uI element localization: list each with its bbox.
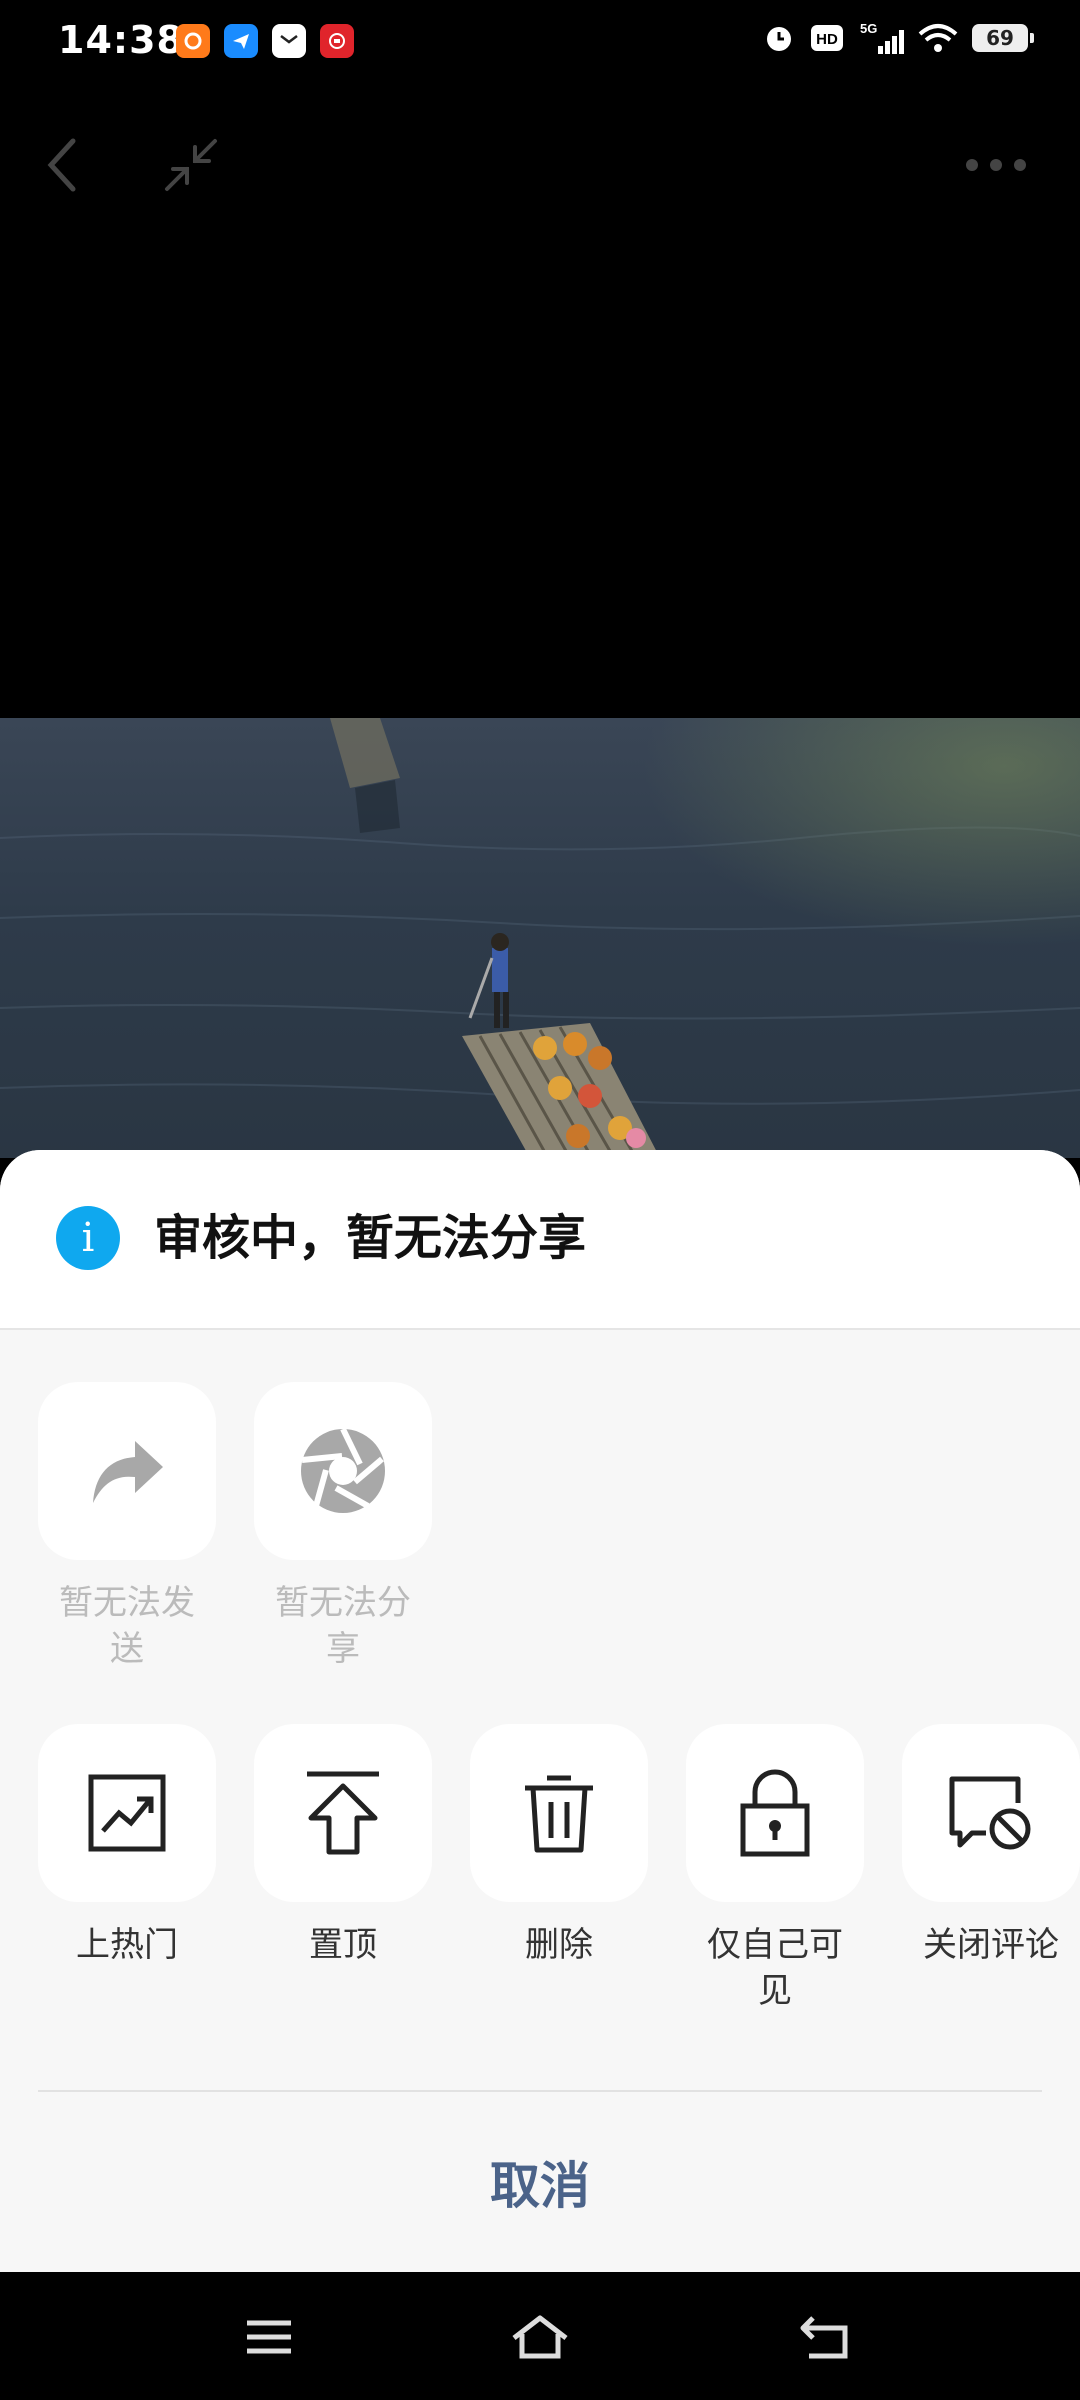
sheet-header: i 审核中，暂无法分享	[0, 1150, 1080, 1330]
cancel-button[interactable]: 取消	[0, 2092, 1080, 2272]
signal-icon: 5G	[860, 21, 904, 54]
shutter-icon	[301, 1427, 385, 1513]
disable-comments-tile[interactable]	[902, 1724, 1080, 1902]
pin-action[interactable]: 置顶	[254, 1724, 432, 1968]
hd-icon: HD	[811, 25, 843, 51]
video-player[interactable]	[0, 718, 1080, 1158]
status-bar: 14:38 HD 5G 69	[0, 0, 1080, 80]
forward-tile[interactable]	[38, 1382, 216, 1560]
disable-comments-action[interactable]: 关闭评论	[902, 1724, 1080, 1968]
share-label: 暂无法分 享	[275, 1583, 411, 1669]
delete-tile[interactable]	[470, 1724, 648, 1902]
battery-icon: 69	[972, 24, 1034, 52]
sheet-title: 审核中，暂无法分享	[154, 1210, 587, 1266]
pin-top-icon	[307, 1771, 379, 1855]
more-dots-icon[interactable]	[956, 130, 1036, 200]
notification-icons	[176, 24, 354, 58]
promote-label: 上热门	[76, 1925, 178, 1965]
forward-action[interactable]: 暂无法发 送	[38, 1382, 216, 1672]
promote-action[interactable]: 上热门	[38, 1724, 216, 1968]
video-shore	[640, 718, 1080, 948]
back-chevron-icon[interactable]	[28, 130, 98, 200]
pin-tile[interactable]	[254, 1724, 432, 1902]
status-time: 14:38	[58, 18, 184, 62]
app-blue-icon	[224, 24, 258, 58]
app-orange-icon	[176, 24, 210, 58]
delete-label: 删除	[525, 1925, 593, 1965]
manage-actions-row: 上热门 置顶 删除 仅自己可 见 关闭评论	[0, 1724, 1080, 2044]
app-mail-icon	[272, 24, 306, 58]
app-red-icon	[320, 24, 354, 58]
share-actions-row: 暂无法发 送 暂无法分 享	[0, 1382, 1080, 1702]
video-top-controls	[0, 110, 1080, 220]
home-icon[interactable]	[505, 2302, 575, 2372]
trending-chart-icon	[88, 1774, 166, 1852]
svg-text:HD: HD	[816, 31, 838, 48]
lock-icon	[740, 1769, 810, 1857]
delete-action[interactable]: 删除	[470, 1724, 648, 1968]
forward-label: 暂无法发 送	[59, 1583, 195, 1669]
pin-label: 置顶	[309, 1925, 377, 1965]
minimize-icon[interactable]	[156, 130, 226, 200]
private-action[interactable]: 仅自己可 见	[686, 1724, 864, 2014]
info-icon: i	[56, 1206, 120, 1270]
back-icon[interactable]	[790, 2302, 860, 2372]
disable-comments-label: 关闭评论	[923, 1925, 1059, 1965]
svg-text:5G: 5G	[860, 21, 877, 36]
private-tile[interactable]	[686, 1724, 864, 1902]
forward-arrow-icon	[93, 1441, 163, 1503]
navigation-bar	[0, 2272, 1080, 2400]
promote-tile[interactable]	[38, 1724, 216, 1902]
wifi-icon	[918, 24, 958, 52]
system-icons: HD 5G 69	[762, 20, 1034, 56]
menu-icon[interactable]	[234, 2302, 304, 2372]
private-label: 仅自己可 见	[707, 1925, 843, 2011]
alarm-icon	[767, 27, 791, 51]
share-sheet: i 审核中，暂无法分享 暂无法发 送 暂无法分 享 上热门 置顶 删除 仅自己可…	[0, 1150, 1080, 2272]
comment-off-icon	[949, 1776, 1031, 1850]
share-tile[interactable]	[254, 1382, 432, 1560]
trash-icon	[525, 1775, 593, 1853]
share-action[interactable]: 暂无法分 享	[254, 1382, 432, 1672]
